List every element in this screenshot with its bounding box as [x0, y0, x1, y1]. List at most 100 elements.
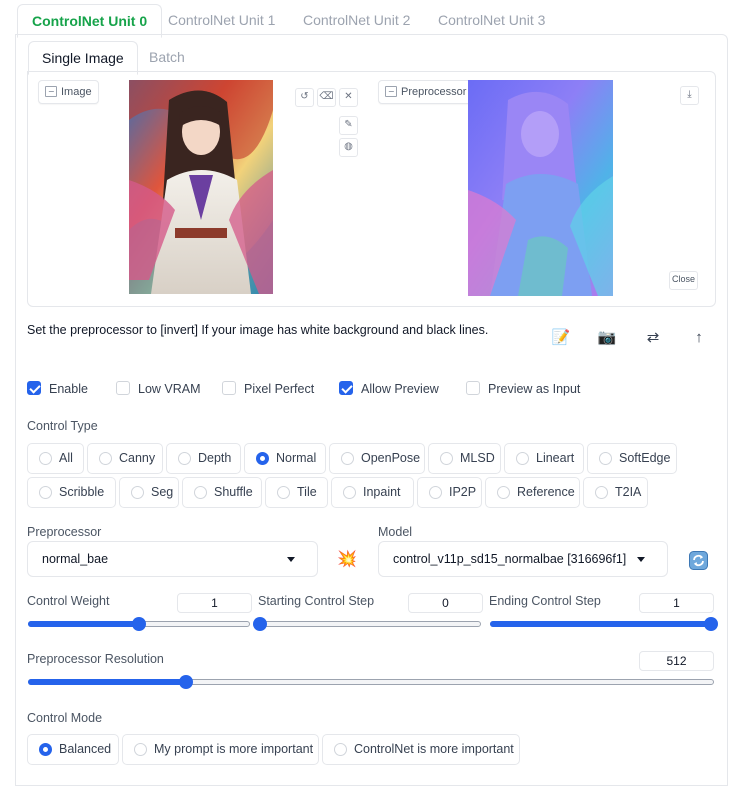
control-type-normal[interactable]: Normal: [244, 443, 326, 474]
tab-controlnet-unit-0[interactable]: ControlNet Unit 0: [17, 4, 163, 38]
preprocessor-dropdown[interactable]: normal_bae: [27, 541, 318, 577]
refresh-icon[interactable]: [689, 551, 708, 570]
radio-icon[interactable]: [440, 452, 453, 465]
slider-fill: [28, 679, 186, 685]
control-type-shuffle[interactable]: Shuffle: [182, 477, 262, 508]
chip-label: Lineart: [536, 451, 575, 465]
control-type-inpaint[interactable]: Inpaint: [331, 477, 414, 508]
palette-icon[interactable]: ◍: [339, 138, 358, 157]
edit-icon[interactable]: 📝: [550, 327, 572, 349]
radio-icon[interactable]: [341, 452, 354, 465]
slider-thumb[interactable]: [179, 675, 193, 689]
tab-controlnet-unit-3[interactable]: ControlNet Unit 3: [438, 6, 545, 34]
control-mode-controlnet[interactable]: ControlNet is more important: [322, 734, 520, 765]
starting-control-step-input[interactable]: 0: [408, 593, 483, 613]
close-preview-button[interactable]: Close: [669, 271, 698, 290]
preprocessor-resolution-label: Preprocessor Resolution: [27, 652, 164, 666]
radio-icon[interactable]: [178, 452, 191, 465]
chip-label: OpenPose: [361, 451, 421, 465]
slider-fill: [490, 621, 712, 627]
radio-icon[interactable]: [131, 486, 144, 499]
model-dropdown[interactable]: control_v11p_sd15_normalbae [316696f1]: [378, 541, 668, 577]
download-icon[interactable]: ⤓: [680, 86, 699, 105]
control-type-seg[interactable]: Seg: [119, 477, 179, 508]
slider-thumb[interactable]: [253, 617, 267, 631]
control-type-all[interactable]: All: [27, 443, 84, 474]
control-weight-input[interactable]: 1: [177, 593, 252, 613]
swap-icon[interactable]: ⇄: [642, 327, 664, 349]
preview-as-input-checkbox-box[interactable]: [466, 381, 480, 395]
chip-label: All: [59, 451, 73, 465]
tab-controlnet-unit-1[interactable]: ControlNet Unit 1: [168, 6, 275, 34]
control-type-lineart[interactable]: Lineart: [504, 443, 584, 474]
model-value: control_v11p_sd15_normalbae [316696f1]: [393, 552, 627, 566]
radio-icon[interactable]: [194, 486, 207, 499]
control-mode-balanced[interactable]: Balanced: [27, 734, 119, 765]
chip-label: Seg: [151, 485, 174, 499]
enable-checkbox-box[interactable]: [27, 381, 41, 395]
ending-control-step-slider[interactable]: [490, 617, 718, 631]
radio-icon[interactable]: [39, 743, 52, 756]
radio-icon[interactable]: [516, 452, 529, 465]
control-type-scribble[interactable]: Scribble: [27, 477, 116, 508]
starting-control-step-label: Starting Control Step: [258, 594, 375, 608]
image-label: Image: [38, 80, 99, 104]
chip-label: Normal: [276, 451, 317, 465]
control-type-mlsd[interactable]: MLSD: [428, 443, 501, 474]
upload-icon[interactable]: ↑: [688, 327, 710, 349]
slider-thumb[interactable]: [132, 617, 146, 631]
brush-icon[interactable]: ✎: [339, 116, 358, 135]
control-type-ip2p[interactable]: IP2P: [417, 477, 482, 508]
invert-hint: Set the preprocessor to [invert] If your…: [27, 323, 489, 337]
radio-icon[interactable]: [595, 486, 608, 499]
tab-batch[interactable]: Batch: [149, 43, 185, 71]
preview-as-input-label: Preview as Input: [488, 382, 581, 396]
input-image[interactable]: [129, 80, 273, 294]
control-type-softedge[interactable]: SoftEdge: [587, 443, 677, 474]
radio-icon[interactable]: [39, 486, 52, 499]
chip-label: Balanced: [59, 742, 112, 756]
radio-icon[interactable]: [256, 452, 269, 465]
radio-icon[interactable]: [39, 452, 52, 465]
control-type-openpose[interactable]: OpenPose: [329, 443, 425, 474]
starting-control-step-slider[interactable]: [253, 617, 481, 631]
camera-icon[interactable]: 📷: [596, 327, 618, 349]
control-weight-label: Control Weight: [27, 594, 110, 608]
slider-thumb[interactable]: [704, 617, 718, 631]
chip-label: My prompt is more important: [154, 742, 314, 756]
model-label: Model: [378, 525, 413, 539]
preprocessor-value: normal_bae: [42, 552, 109, 566]
control-type-depth[interactable]: Depth: [166, 443, 241, 474]
low-vram-checkbox-box[interactable]: [116, 381, 130, 395]
eraser-icon[interactable]: ⌫: [317, 88, 336, 107]
pixel-perfect-label: Pixel Perfect: [244, 382, 315, 396]
radio-icon[interactable]: [334, 743, 347, 756]
run-preprocessor-icon[interactable]: 💥: [336, 549, 358, 571]
ending-control-step-input[interactable]: 1: [639, 593, 714, 613]
control-mode-label: Control Mode: [27, 711, 103, 725]
control-type-tile[interactable]: Tile: [265, 477, 328, 508]
preprocessor-resolution-slider[interactable]: [28, 675, 714, 689]
radio-icon[interactable]: [429, 486, 442, 499]
control-type-t2ia[interactable]: T2IA: [583, 477, 648, 508]
control-mode-my-prompt[interactable]: My prompt is more important: [122, 734, 319, 765]
preprocessor-resolution-input[interactable]: 512: [639, 651, 714, 671]
allow-preview-checkbox-box[interactable]: [339, 381, 353, 395]
control-weight-slider[interactable]: [28, 617, 250, 631]
preprocessor-preview-image: [468, 80, 613, 296]
control-type-reference[interactable]: Reference: [485, 477, 580, 508]
undo-icon[interactable]: ↺: [295, 88, 314, 107]
pixel-perfect-checkbox-box[interactable]: [222, 381, 236, 395]
radio-icon[interactable]: [134, 743, 147, 756]
chip-label: IP2P: [449, 485, 477, 499]
tab-single-image[interactable]: Single Image: [28, 41, 138, 75]
radio-icon[interactable]: [99, 452, 112, 465]
control-type-canny[interactable]: Canny: [87, 443, 163, 474]
radio-icon[interactable]: [497, 486, 510, 499]
radio-icon[interactable]: [343, 486, 356, 499]
tab-controlnet-unit-2[interactable]: ControlNet Unit 2: [303, 6, 410, 34]
chip-label: Reference: [517, 485, 575, 499]
close-icon[interactable]: ✕: [339, 88, 358, 107]
radio-icon[interactable]: [277, 486, 290, 499]
radio-icon[interactable]: [599, 452, 612, 465]
